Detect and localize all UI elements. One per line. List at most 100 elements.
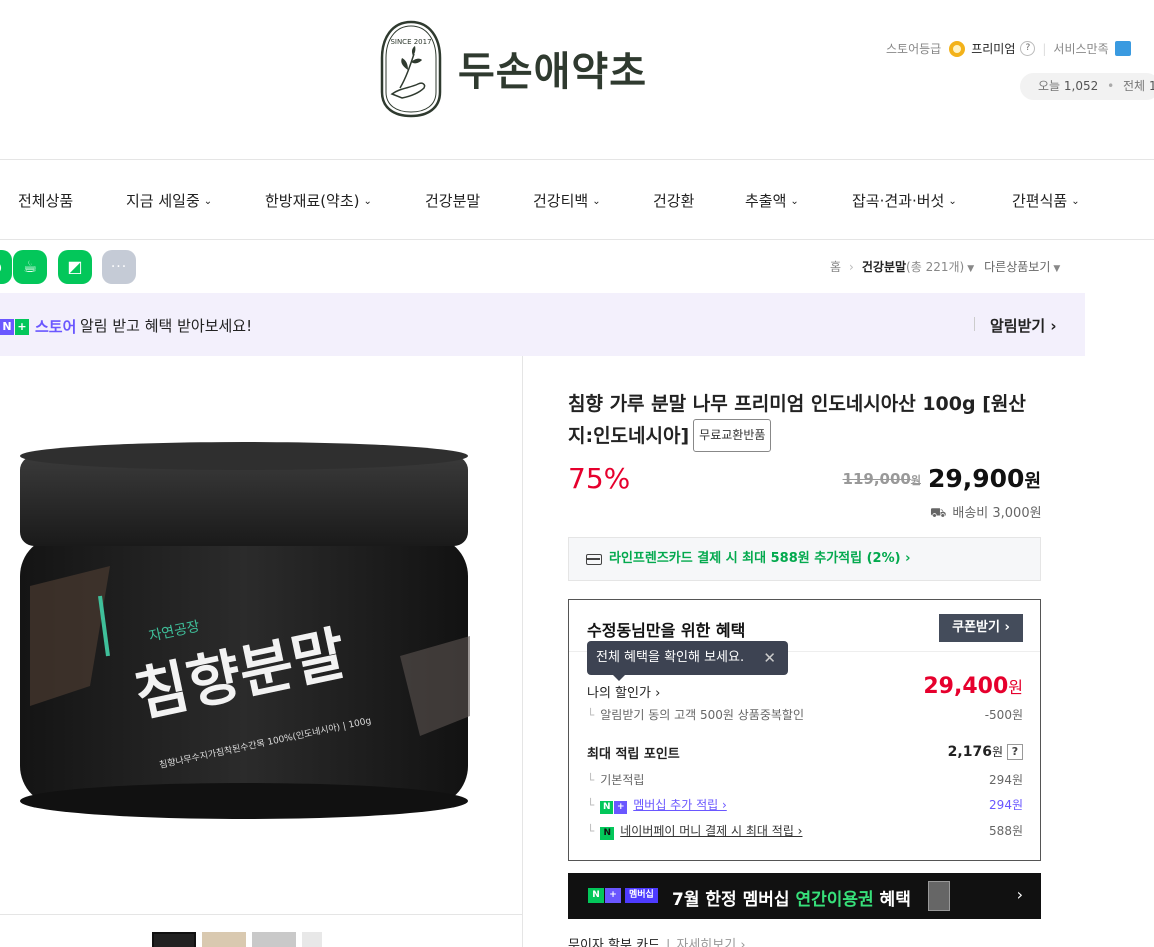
service-satisfaction-label: 서비스만족 bbox=[1053, 42, 1109, 56]
emblem-text: SINCE 2017 bbox=[390, 38, 431, 46]
nav-item-teabag[interactable]: 건강티백 ⌄ bbox=[533, 190, 601, 211]
basic-points-value: 294원 bbox=[989, 773, 1023, 787]
nav-label: 전체상품 bbox=[18, 192, 74, 210]
divider bbox=[974, 317, 975, 331]
truck-icon: ⛟ bbox=[930, 506, 947, 521]
thumbs-up-icon bbox=[1114, 41, 1131, 56]
thumbnail[interactable] bbox=[252, 932, 296, 947]
store-grade-value: 프리미엄 bbox=[971, 42, 1016, 56]
chevron-right-icon: › bbox=[849, 260, 854, 274]
thumbnail[interactable] bbox=[202, 932, 246, 947]
nav-item-powder[interactable]: 건강분말 bbox=[425, 190, 480, 211]
currency-unit: 원 bbox=[910, 474, 921, 487]
caret-down-icon[interactable]: ▼ bbox=[1053, 264, 1060, 274]
sale-price-value: 29,900 bbox=[927, 464, 1025, 493]
benefit-tooltip: 전체 혜택을 확인해 보세요. ✕ bbox=[587, 641, 788, 681]
free-exchange-tag: 무료교환반품 bbox=[693, 419, 772, 452]
share-bookmark-icon[interactable]: ◩ bbox=[58, 250, 92, 284]
my-price-value: 29,400원 bbox=[923, 674, 1023, 699]
chevron-down-icon: ⌄ bbox=[790, 196, 799, 207]
alarm-discount-row: └ 알림받기 동의 고객 500원 상품중복할인 -500원 bbox=[587, 706, 1023, 723]
nav-label: 간편식품 bbox=[1012, 192, 1068, 210]
my-price-link[interactable]: 나의 할인가 › bbox=[587, 682, 660, 701]
plus-icon: + bbox=[614, 801, 628, 814]
more-icon[interactable]: ··· bbox=[102, 250, 136, 284]
price-row: 75% 119,000원 29,900원 bbox=[568, 462, 1041, 502]
membership-banner-text: 7월 한정 멤버십 연간이용권 혜택 bbox=[672, 885, 911, 910]
store-logo[interactable]: SINCE 2017 두손애약초 bbox=[378, 18, 647, 118]
breadcrumb-home[interactable]: 홈 bbox=[830, 260, 841, 274]
chevron-down-icon: ⌄ bbox=[948, 196, 957, 207]
details-link[interactable]: 자세히보기 › bbox=[676, 938, 745, 947]
store-header: SINCE 2017 두손애약초 스토어등급 프리미엄 ? | 서비스만족 오늘… bbox=[0, 0, 1154, 160]
credit-card-icon bbox=[586, 554, 602, 565]
subscribe-alert-button[interactable]: 알림받기 › bbox=[990, 315, 1057, 336]
installment-tabs: 무이자 할부 카드 | 자세히보기 › bbox=[568, 934, 746, 947]
nav-item-all[interactable]: 전체상품 bbox=[18, 190, 73, 211]
nav-label: 건강분말 bbox=[425, 192, 481, 210]
nav-label: 한방재료(약초) bbox=[265, 192, 360, 210]
other-products-link[interactable]: 다른상품보기 bbox=[984, 260, 1050, 274]
naver-n-icon: N bbox=[600, 801, 614, 814]
brand-name: 두손애약초 bbox=[458, 49, 647, 95]
get-coupon-button[interactable]: 쿠폰받기 › bbox=[939, 614, 1023, 642]
shipping-fee-text: 배송비 3,000원 bbox=[952, 506, 1042, 521]
chevron-down-icon: ⌄ bbox=[592, 196, 601, 207]
naver-plus-logo: N + bbox=[588, 888, 621, 903]
naverpay-points-link[interactable]: 네이버페이 머니 결제 시 최대 적립 › bbox=[620, 824, 802, 838]
share-blog-icon[interactable]: ☕ bbox=[13, 250, 47, 284]
dot-separator: • bbox=[1107, 79, 1115, 93]
visits-total-label: 전체 bbox=[1123, 79, 1146, 93]
breadcrumb-current[interactable]: 건강분말 bbox=[862, 260, 906, 274]
thumbnail[interactable] bbox=[152, 932, 196, 947]
discount-rate: 75% bbox=[568, 462, 631, 495]
share-talk-icon[interactable]: ● bbox=[0, 250, 12, 284]
naverpay-points-row: └ N 네이버페이 머니 결제 시 최대 적립 › 588원 bbox=[587, 822, 1023, 840]
benefit-box: 수정동님만을 위한 혜택 쿠폰받기 › 나의 할인가 › 29,400원 전체 … bbox=[568, 599, 1041, 861]
chevron-down-icon: ⌄ bbox=[363, 196, 372, 207]
help-icon[interactable]: ? bbox=[1020, 41, 1036, 56]
nav-item-sale[interactable]: 지금 세일중 ⌄ bbox=[126, 190, 212, 211]
tooltip-text: 전체 혜택을 확인해 보세요. bbox=[596, 650, 745, 665]
product-image-panel: 자연공장 침향분말 침향나무수지가침착된수간목 100%(인도네시아) | 10… bbox=[0, 356, 523, 947]
nav-item-herbs[interactable]: 한방재료(약초) ⌄ bbox=[265, 190, 372, 211]
nav-item-pills[interactable]: 건강환 bbox=[653, 190, 694, 211]
nav-item-extract[interactable]: 추출액 ⌄ bbox=[745, 190, 799, 211]
thumbnail[interactable] bbox=[302, 932, 322, 947]
nav-item-grains[interactable]: 잡곡·견과·버섯 ⌄ bbox=[852, 190, 957, 211]
visit-counter: 오늘 1,052 • 전체 1 bbox=[1020, 73, 1154, 100]
chevron-down-icon: ⌄ bbox=[203, 196, 213, 207]
naverpay-icon: N bbox=[600, 827, 615, 840]
product-image[interactable]: 자연공장 침향분말 침향나무수지가침착된수간목 100%(인도네시아) | 10… bbox=[0, 356, 523, 914]
alarm-discount-label: 알림받기 동의 고객 500원 상품중복할인 bbox=[600, 708, 804, 722]
max-points-label: 최대 적립 포인트 bbox=[587, 747, 680, 762]
membership-points-link[interactable]: 멤버십 추가 적립 › bbox=[633, 798, 727, 812]
notification-banner: N + 스토어 알림 받고 혜택 받아보세요! 알림받기 › bbox=[0, 293, 1085, 356]
close-icon[interactable]: ✕ bbox=[763, 641, 776, 675]
membership-banner[interactable]: N + 멤버십 7월 한정 멤버십 연간이용권 혜택 › bbox=[568, 873, 1041, 919]
nav-item-convenience[interactable]: 간편식품 ⌄ bbox=[1012, 190, 1080, 211]
shipping-fee: ⛟ 배송비 3,000원 bbox=[930, 502, 1042, 523]
max-points-row: 최대 적립 포인트 2,176원? bbox=[587, 743, 1023, 762]
tree-line-icon: └ bbox=[587, 773, 595, 787]
chevron-down-icon: ⌄ bbox=[1071, 196, 1080, 207]
card-benefit-box[interactable]: 라인프렌즈카드 결제 시 최대 588원 추가적립 (2%) › bbox=[568, 537, 1041, 581]
tree-line-icon: └ bbox=[587, 824, 595, 838]
caret-down-icon[interactable]: ▼ bbox=[967, 264, 974, 274]
breadcrumb-count: (총 221개) bbox=[906, 260, 965, 274]
nav-label: 건강티백 bbox=[533, 192, 589, 210]
currency-unit: 원 bbox=[1024, 471, 1041, 492]
basic-points-row: └ 기본적립 294원 bbox=[587, 771, 1023, 788]
plus-icon: + bbox=[605, 888, 621, 903]
help-icon[interactable]: ? bbox=[1007, 744, 1023, 760]
banner-text-part: 7월 한정 멤버십 bbox=[672, 890, 796, 910]
plus-badge: + bbox=[15, 318, 29, 335]
visits-today-value: 1,052 bbox=[1063, 79, 1099, 93]
product-info: 침향 가루 분말 나무 프리미엄 인도네시아산 100g [원산지:인도네시아]… bbox=[568, 390, 1041, 452]
installment-card-tab[interactable]: 무이자 할부 카드 bbox=[568, 938, 660, 947]
store-grade-label: 스토어등급 bbox=[886, 42, 942, 56]
membership-points-value: 294원 bbox=[989, 798, 1023, 812]
n-badge: N bbox=[0, 318, 14, 335]
card-benefit-text: 라인프렌즈카드 결제 시 최대 588원 추가적립 (2%) › bbox=[609, 551, 911, 566]
nav-label: 추출액 bbox=[745, 192, 787, 210]
